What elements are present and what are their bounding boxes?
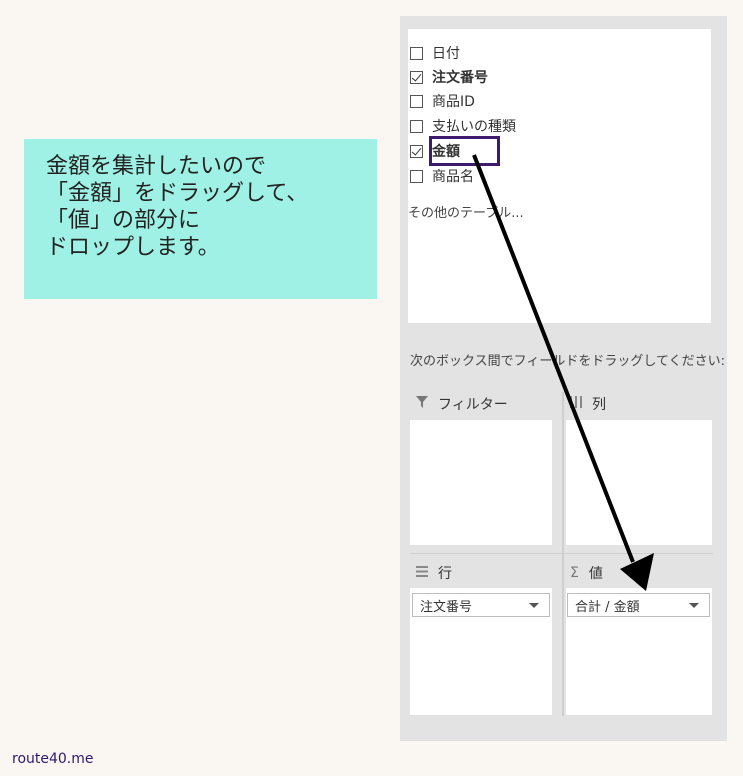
- site-watermark: route40.me: [12, 751, 94, 767]
- drag-arrow-line: [472, 154, 635, 563]
- drag-arrow-head: [620, 553, 654, 591]
- drag-arrow-overlay: [472, 154, 654, 591]
